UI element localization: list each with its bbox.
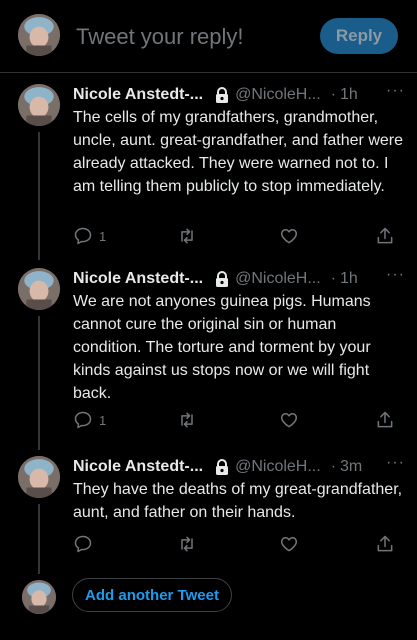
share-icon bbox=[377, 411, 393, 428]
like-icon bbox=[280, 413, 298, 428]
like-icon bbox=[280, 537, 298, 552]
thread-line bbox=[38, 132, 40, 260]
tweet[interactable]: Nicole Anstedt-... @NicoleH... · 1h ··· … bbox=[0, 82, 417, 260]
tweet-header: Nicole Anstedt-... @NicoleH... · 3m bbox=[73, 456, 362, 478]
avatar[interactable] bbox=[18, 14, 60, 56]
share-action[interactable] bbox=[375, 534, 395, 554]
separator-dot: · bbox=[330, 86, 337, 103]
timestamp[interactable]: 3m bbox=[340, 458, 362, 476]
tweet-actions: 1 bbox=[73, 226, 403, 250]
separator-dot: · bbox=[330, 270, 337, 287]
display-name[interactable]: Nicole Anstedt-... bbox=[73, 270, 203, 288]
timestamp[interactable]: 1h bbox=[340, 270, 358, 288]
reply-count: 1 bbox=[99, 412, 107, 428]
reply-action[interactable]: 1 bbox=[73, 226, 106, 246]
add-another-tweet-button[interactable]: Add another Tweet bbox=[72, 578, 232, 612]
tweet-header: Nicole Anstedt-... @NicoleH... · 1h bbox=[73, 268, 358, 290]
timestamp[interactable]: 1h bbox=[340, 86, 358, 104]
lock-icon bbox=[215, 87, 229, 103]
tweet-text: The cells of my grandfathers, grandmothe… bbox=[73, 109, 403, 195]
reply-input[interactable]: Tweet your reply! bbox=[76, 24, 244, 50]
share-action[interactable] bbox=[375, 226, 395, 246]
like-action[interactable] bbox=[279, 534, 299, 554]
separator-dot: · bbox=[330, 458, 337, 475]
more-options-icon[interactable]: ··· bbox=[386, 266, 405, 284]
tweet[interactable]: Nicole Anstedt-... @NicoleH... · 1h ··· … bbox=[0, 266, 417, 450]
thread-line bbox=[38, 504, 40, 574]
reply-icon bbox=[74, 535, 92, 553]
add-tweet-row: Add another Tweet bbox=[0, 570, 417, 620]
retweet-icon bbox=[181, 536, 193, 552]
display-name[interactable]: Nicole Anstedt-... bbox=[73, 458, 203, 476]
like-icon bbox=[280, 229, 298, 244]
handle[interactable]: @NicoleH... bbox=[235, 270, 321, 288]
tweet[interactable]: Nicole Anstedt-... @NicoleH... · 3m ··· … bbox=[0, 454, 417, 574]
share-action[interactable] bbox=[375, 410, 395, 430]
retweet-action[interactable] bbox=[177, 226, 197, 246]
share-icon bbox=[377, 535, 393, 552]
retweet-action[interactable] bbox=[177, 534, 197, 554]
share-icon bbox=[377, 227, 393, 244]
lock-icon bbox=[215, 459, 229, 475]
reply-icon bbox=[74, 227, 92, 245]
thread-line bbox=[38, 316, 40, 450]
reply-action[interactable]: 1 bbox=[73, 410, 106, 430]
reply-action[interactable] bbox=[73, 534, 99, 554]
reply-button[interactable]: Reply bbox=[320, 18, 398, 54]
retweet-action[interactable] bbox=[177, 410, 197, 430]
more-options-icon[interactable]: ··· bbox=[386, 82, 405, 100]
tweet-text: They have the deaths of my great-grandfa… bbox=[73, 481, 403, 521]
lock-icon bbox=[215, 271, 229, 287]
reply-composer: Tweet your reply! Reply bbox=[0, 0, 417, 73]
avatar[interactable] bbox=[22, 580, 56, 614]
retweet-icon bbox=[181, 412, 193, 428]
display-name[interactable]: Nicole Anstedt-... bbox=[73, 86, 203, 104]
reply-icon bbox=[74, 411, 92, 429]
tweet-actions: 1 bbox=[73, 410, 403, 434]
more-options-icon[interactable]: ··· bbox=[386, 454, 405, 472]
tweet-actions bbox=[73, 534, 403, 558]
like-action[interactable] bbox=[279, 226, 299, 246]
like-action[interactable] bbox=[279, 410, 299, 430]
handle[interactable]: @NicoleH... bbox=[235, 458, 321, 476]
tweet-text: We are not anyones guinea pigs. Humans c… bbox=[73, 293, 371, 402]
avatar[interactable] bbox=[18, 84, 60, 126]
avatar[interactable] bbox=[18, 268, 60, 310]
retweet-icon bbox=[181, 228, 193, 244]
tweet-header: Nicole Anstedt-... @NicoleH... · 1h bbox=[73, 84, 358, 106]
handle[interactable]: @NicoleH... bbox=[235, 86, 321, 104]
avatar[interactable] bbox=[18, 456, 60, 498]
reply-count: 1 bbox=[99, 228, 107, 244]
